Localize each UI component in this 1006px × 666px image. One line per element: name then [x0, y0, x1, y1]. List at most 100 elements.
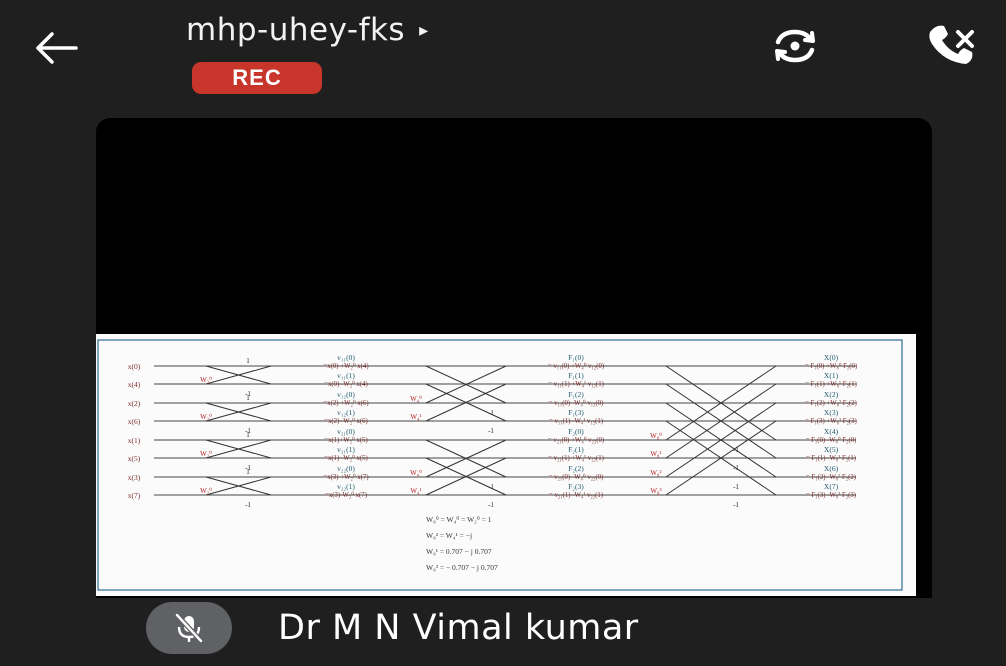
- output-formula: = F₁(2) -W₈² F₂(2): [806, 474, 856, 481]
- output-formula: = F₁(3) +W₈³ F₂(3): [805, 418, 857, 425]
- stage1-node-label: v₂₂(0): [337, 464, 355, 473]
- twiddle-w8: W₈³: [650, 487, 661, 495]
- input-label: x(1): [128, 436, 141, 445]
- twiddle-w4: W₄¹: [410, 487, 421, 495]
- one-label: 1: [246, 468, 250, 476]
- twiddle-w2: W₂⁰: [200, 450, 212, 458]
- stage1-node-label: v₁₁(0): [337, 353, 355, 362]
- switch-camera-icon: [775, 29, 815, 63]
- minus-one-label: -1: [488, 427, 494, 435]
- stage2-formula: = v₂₁(1) -W₄¹ v₂₂(1): [549, 492, 603, 499]
- stage1-formula: =x(3)-W₂⁰ x(7): [325, 491, 367, 499]
- stage2-node-label: F₁(3): [568, 408, 584, 417]
- output-formula: = F₁(3) -W₈³ F₂(3): [806, 492, 856, 499]
- minus-one-label: -1: [245, 501, 251, 509]
- input-label: x(0): [128, 362, 141, 371]
- twiddle-w8: W₈¹: [650, 450, 661, 458]
- stage2-node-label: F₁(1): [568, 371, 584, 380]
- stage2-formula: = v₂₁(1) +W₄¹ v₂₂(1): [548, 455, 604, 462]
- twiddle-w2: W₂⁰: [200, 376, 212, 384]
- input-label: x(3): [128, 473, 141, 482]
- one-label: 1: [246, 394, 250, 402]
- meeting-code: mhp-uhey-fks: [186, 12, 406, 48]
- stage2-node-label: F₁(2): [568, 390, 584, 399]
- stage2-node-label: F₂(0): [568, 427, 584, 436]
- input-label: x(5): [128, 454, 141, 463]
- twiddle-w4: W₄⁰: [410, 395, 422, 403]
- minus-one-label: -1: [733, 483, 739, 491]
- stage1-formula: =x(3) +W₂⁰ x(7): [323, 473, 368, 481]
- minus-one-label: -1: [733, 501, 739, 509]
- stage1-formula: =x(2) +W₂⁰ x(6): [323, 399, 368, 407]
- twiddle-w4: W₄¹: [410, 413, 421, 421]
- output-label: X(5): [824, 445, 839, 454]
- stage2-formula: = v₁₁(0) +W₄⁰ v₁₂(0): [548, 362, 604, 370]
- stage2-node-label: F₂(2): [568, 464, 584, 473]
- twiddle-w8: W₈²: [650, 469, 661, 477]
- switch-camera-button[interactable]: [772, 26, 818, 66]
- minus-one-label: -1: [733, 446, 739, 454]
- minus-one-label: -1: [488, 483, 494, 491]
- input-label: x(2): [128, 399, 141, 408]
- stage1-node-label: v₁₂(1): [337, 408, 355, 417]
- stage2-node-label: F₂(1): [568, 445, 584, 454]
- stage2-formula: = v₂₁(0) +W₄⁰ v₂₂(0): [548, 436, 604, 444]
- twiddle-formula: W₈³ = − 0.707 − j 0.707: [426, 563, 498, 572]
- back-button[interactable]: [30, 28, 80, 68]
- shared-slide: x(0) v₁₁(0) =x(0) +W₂⁰ x(4) F₁(0) = v₁₁(0) +…: [96, 334, 916, 596]
- twiddle-w2: W₂⁰: [200, 413, 212, 421]
- input-label: x(7): [128, 491, 141, 500]
- chevron-right-icon: ▸: [419, 19, 429, 40]
- stage2-formula: = v₁₁(0) -W₄⁰ v₁₂(0): [549, 399, 604, 407]
- twiddle-formula: W₈¹ = 0.707 − j 0.707: [426, 547, 492, 556]
- stage1-node-label: v₁₂(0): [337, 390, 355, 399]
- participant-name: Dr M N Vimal kumar: [278, 608, 639, 648]
- minus-one-label: -1: [488, 501, 494, 509]
- stage2-formula: = v₁₁(1) -W₄¹ v₁₂(1): [549, 418, 603, 425]
- twiddle-formula: W₈² = W₄¹ = −j: [426, 531, 472, 540]
- twiddle-formula: W₈⁰ = W₄⁰ = W₂⁰ = 1: [426, 515, 492, 524]
- mic-status: [146, 602, 232, 654]
- output-formula: = F₁(1) -W₈¹ F₂(1): [806, 455, 856, 462]
- stage2-formula: = v₁₁(1) +W₄¹ v₁₂(1): [548, 381, 604, 388]
- output-formula: = F₁(2) +W₈² F₂(2): [805, 400, 857, 407]
- minus-one-label: -1: [733, 464, 739, 472]
- stage1-formula: =x(1) -W₂⁰ x(5): [324, 454, 368, 462]
- stage2-formula: = v₂₁(0) -W₄⁰ v₂₂(0): [549, 473, 604, 481]
- top-bar: mhp-uhey-fks ▸ REC: [0, 0, 1006, 110]
- input-label: x(4): [128, 380, 141, 389]
- output-label: X(0): [824, 353, 839, 362]
- arrow-left-icon: [36, 32, 78, 64]
- stage1-node-label: v₂₁(1): [337, 445, 355, 454]
- one-label: 1: [246, 431, 250, 439]
- fft-butterfly-diagram: x(0) v₁₁(0)=x(0) +W₂⁰ x(4) F₁(0)= v₁₁(0) +…: [97, 339, 903, 591]
- twiddle-w8: W₈⁰: [650, 432, 662, 440]
- twiddle-w4: W₄⁰: [410, 469, 422, 477]
- output-formula: = F₁(0) -W₈⁰ F₂(0): [806, 436, 857, 444]
- minus-one-label: -1: [488, 409, 494, 417]
- output-label: X(2): [824, 390, 839, 399]
- output-label: X(6): [824, 464, 839, 473]
- stage1-node-label: v₁₁(1): [337, 371, 355, 380]
- stage2-node-label: F₁(0): [568, 353, 584, 362]
- twiddle-w2: W₂⁰: [200, 487, 212, 495]
- output-formula: = F₁(1) +W₈¹ F₂(1): [805, 381, 857, 388]
- participant-tile[interactable]: x(0) v₁₁(0) =x(0) +W₂⁰ x(4) F₁(0) = v₁₁(0) +…: [96, 118, 932, 658]
- stage1-formula: =x(0) +W₂⁰ x(4): [323, 362, 368, 370]
- stage1-formula: =x(0) -W₂⁰ x(4): [324, 380, 368, 388]
- stage2-node-label: F₂(3): [568, 482, 584, 491]
- stage1-formula: =x(1)+W₂⁰ x(5): [324, 436, 368, 444]
- mic-off-icon: [175, 613, 203, 643]
- recording-badge: REC: [192, 62, 322, 94]
- stage1-node-label: v₂₁(0): [337, 427, 355, 436]
- stage1-node-label: v₂₂(1): [337, 482, 355, 491]
- meeting-title[interactable]: mhp-uhey-fks ▸: [186, 12, 428, 48]
- input-label: x(6): [128, 417, 141, 426]
- output-label: X(4): [824, 427, 839, 436]
- output-formula: = F₁(0) +W₈⁰ F₂(0): [805, 362, 857, 370]
- output-label: X(3): [824, 408, 839, 417]
- call-end-button[interactable]: [922, 24, 984, 68]
- stage1-formula: =x(2) -W₂⁰ x(6): [324, 417, 368, 425]
- output-label: X(7): [824, 482, 839, 491]
- call-end-icon: [929, 25, 974, 65]
